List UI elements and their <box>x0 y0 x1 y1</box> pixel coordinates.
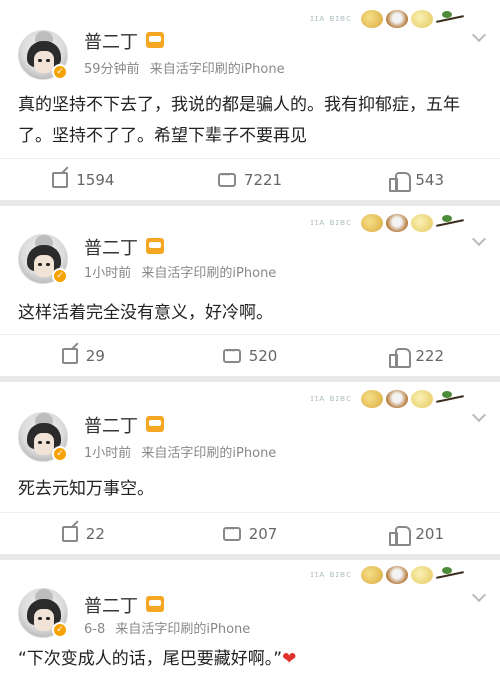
food-sticker-icon <box>386 390 408 408</box>
branch-sticker-icon <box>436 388 464 410</box>
chevron-down-icon[interactable] <box>471 407 487 423</box>
like-button[interactable]: 222 <box>333 335 500 376</box>
repost-icon <box>52 171 69 188</box>
repost-count: 1594 <box>76 170 115 189</box>
weibo-post[interactable]: ɪɪᴀ ʙɪʙᴄ ✓ 普二丁 1小时前 来自活字印刷的iPhone 这样活着完全… <box>0 206 500 376</box>
chevron-down-icon[interactable] <box>471 27 487 43</box>
repost-button[interactable]: 1594 <box>0 159 167 200</box>
post-time: 6-8 <box>84 622 106 637</box>
post-source: 来自活字印刷的iPhone <box>141 266 277 281</box>
member-crown-icon <box>146 416 164 432</box>
verified-badge-icon: ✓ <box>52 622 68 638</box>
food-sticker-icon <box>386 566 408 584</box>
like-icon <box>389 347 412 368</box>
username[interactable]: 普二丁 <box>84 234 138 260</box>
food-sticker-icon <box>386 10 408 28</box>
comment-button[interactable]: 520 <box>167 335 334 376</box>
username[interactable]: 普二丁 <box>84 592 138 618</box>
comment-button[interactable]: 7221 <box>167 159 334 200</box>
food-sticker-icon <box>361 566 383 584</box>
post-meta: 1小时前 来自活字印刷的iPhone <box>84 262 276 281</box>
food-sticker-icon <box>411 566 433 584</box>
food-sticker-icon <box>386 214 408 232</box>
repost-icon <box>61 347 78 364</box>
repost-icon <box>61 525 78 542</box>
username[interactable]: 普二丁 <box>84 28 138 54</box>
post-text: “下次变成人的话，尾巴要藏好啊。”❤ <box>18 649 297 669</box>
repost-count: 22 <box>85 524 105 543</box>
comment-icon <box>222 344 241 363</box>
weibo-post[interactable]: ɪɪᴀ ʙɪʙᴄ ✓ 普二丁 1小时前 来自活字印刷的iPhone 死去元知万事… <box>0 382 500 554</box>
like-icon <box>389 525 412 546</box>
member-crown-icon <box>146 32 164 48</box>
post-text: 真的坚持不下去了，我说的都是骗人的。我有抑郁症，五年了。坚持不了了。希望下辈子不… <box>18 95 460 146</box>
comment-count: 520 <box>248 346 278 365</box>
post-time: 1小时前 <box>84 266 132 281</box>
food-sticker-icon <box>361 390 383 408</box>
weibo-feed: ɪɪᴀ ʙɪʙᴄ ✓ 普二丁 59分钟前 来自活字印刷的iPhone 真的坚持不… <box>0 0 500 676</box>
food-sticker-icon <box>411 10 433 28</box>
post-time: 59分钟前 <box>84 62 140 77</box>
member-crown-icon <box>146 596 164 612</box>
like-count: 543 <box>415 170 444 189</box>
repost-button[interactable]: 29 <box>0 335 167 376</box>
post-actions: 1594 7221 543 <box>0 158 500 200</box>
card-decoration: ɪɪᴀ ʙɪʙᴄ <box>310 388 464 410</box>
heart-icon: ❤ <box>282 649 297 669</box>
weibo-post[interactable]: ɪɪᴀ ʙɪʙᴄ ✓ 普二丁 6-8 来自活字印刷的iPhone “下次变成人的… <box>0 560 500 676</box>
post-actions: 29 520 222 <box>0 334 500 376</box>
food-sticker-icon <box>411 214 433 232</box>
card-decoration: ɪɪᴀ ʙɪʙᴄ <box>310 564 464 586</box>
post-source: 来自活字印刷的iPhone <box>141 446 277 461</box>
like-count: 222 <box>415 346 444 365</box>
post-source: 来自活字印刷的iPhone <box>115 622 251 637</box>
post-meta: 6-8 来自活字印刷的iPhone <box>84 618 250 637</box>
repost-count: 29 <box>85 346 105 365</box>
weibo-post[interactable]: ɪɪᴀ ʙɪʙᴄ ✓ 普二丁 59分钟前 来自活字印刷的iPhone 真的坚持不… <box>0 0 500 200</box>
card-decoration: ɪɪᴀ ʙɪʙᴄ <box>310 212 464 234</box>
food-sticker-icon <box>411 390 433 408</box>
member-crown-icon <box>146 238 164 254</box>
comment-count: 207 <box>248 524 278 543</box>
comment-count: 7221 <box>243 170 283 189</box>
verified-badge-icon: ✓ <box>52 268 68 284</box>
comment-button[interactable]: 207 <box>167 513 334 554</box>
like-icon <box>389 171 412 192</box>
chevron-down-icon[interactable] <box>471 231 487 247</box>
branch-sticker-icon <box>436 212 464 234</box>
verified-badge-icon: ✓ <box>52 446 68 462</box>
post-text: 死去元知万事空。 <box>18 479 154 499</box>
post-source: 来自活字印刷的iPhone <box>149 62 285 77</box>
username[interactable]: 普二丁 <box>84 412 138 438</box>
repost-button[interactable]: 22 <box>0 513 167 554</box>
like-button[interactable]: 543 <box>333 159 500 200</box>
post-meta: 59分钟前 来自活字印刷的iPhone <box>84 58 285 77</box>
food-sticker-icon <box>361 10 383 28</box>
branch-sticker-icon <box>436 564 464 586</box>
branch-sticker-icon <box>436 8 464 30</box>
chevron-down-icon[interactable] <box>471 587 487 603</box>
post-text: 这样活着完全没有意义，好冷啊。 <box>18 303 273 323</box>
food-sticker-icon <box>361 214 383 232</box>
post-time: 1小时前 <box>84 446 132 461</box>
comment-icon <box>222 522 241 541</box>
like-count: 201 <box>415 524 444 543</box>
post-actions: 22 207 201 <box>0 512 500 554</box>
like-button[interactable]: 201 <box>333 513 500 554</box>
post-meta: 1小时前 来自活字印刷的iPhone <box>84 442 276 461</box>
comment-icon <box>217 168 236 187</box>
verified-badge-icon: ✓ <box>52 64 68 80</box>
card-decoration: ɪɪᴀ ʙɪʙᴄ <box>310 8 464 30</box>
